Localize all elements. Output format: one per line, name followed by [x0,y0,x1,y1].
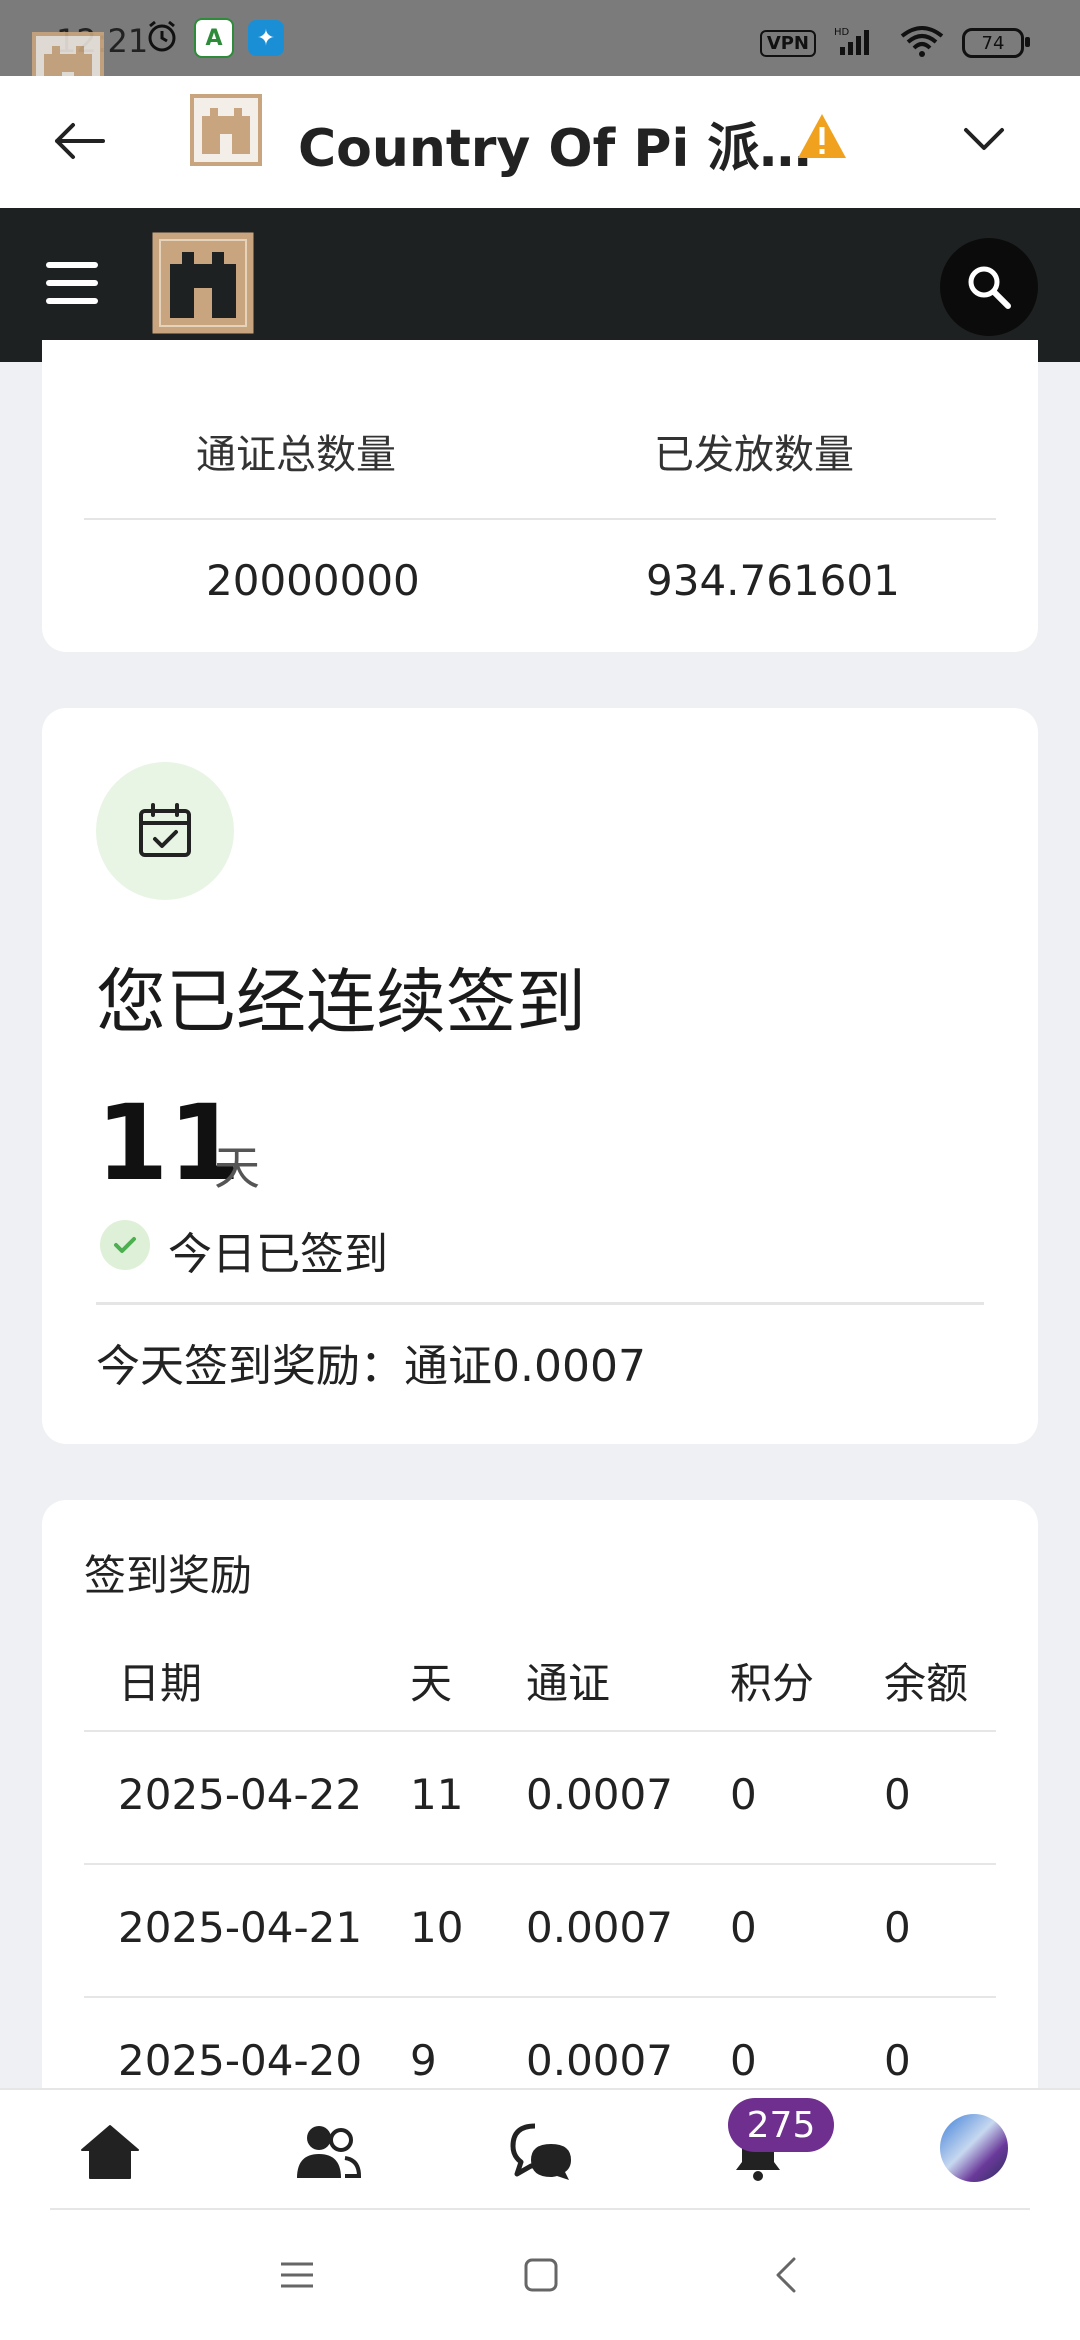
system-nav-bar [0,2210,1080,2340]
cell-day: 9 [410,2036,437,2085]
site-header [0,208,1080,362]
cell-token: 0.0007 [526,1903,673,1952]
checked-in-status: 今日已签到 [168,1229,388,1280]
page-title: Country Of Pi 派… [298,119,812,179]
cell-date: 2025-04-20 [118,2036,363,2085]
cell-balance: 0 [884,2036,911,2085]
users-icon[interactable] [288,2112,368,2192]
column-header-token: 通证 [526,1659,611,1708]
token-summary-card: 通证总数量 已发放数量 20000000 934.761601 [42,340,1038,652]
rewards-title: 签到奖励 [84,1551,253,1600]
calendar-check-icon [96,762,234,900]
cell-day: 11 [410,1770,464,1819]
home-icon[interactable] [70,2112,150,2192]
chat-icon[interactable] [502,2112,582,2192]
status-bar: 12:21 A ✦ VPN HD 74 [0,0,1080,76]
battery-indicator: 74 [962,28,1030,58]
cell-points: 0 [730,2036,757,2085]
alarm-icon [144,18,180,58]
issued-amount-value: 934.761601 [646,556,900,605]
column-header-date: 日期 [118,1659,203,1708]
chevron-down-icon[interactable] [956,110,1012,166]
table-row: 2025-04-22 11 0.0007 0 0 [84,1732,996,1865]
streak-title: 您已经连续签到 [96,961,586,1043]
cell-points: 0 [730,1770,757,1819]
cell-balance: 0 [884,1770,911,1819]
search-button[interactable] [940,238,1038,336]
column-header-points: 积分 [730,1659,815,1708]
table-row: 2025-04-21 10 0.0007 0 0 [84,1865,996,1998]
status-left-icons: A ✦ [144,18,284,58]
cell-token: 0.0007 [526,1770,673,1819]
streak-unit: 天 [214,1141,260,1195]
cell-token: 0.0007 [526,2036,673,2085]
cell-points: 0 [730,1903,757,1952]
app-logo [190,94,262,166]
rewards-table: 日期 天 通证 积分 余额 2025-04-22 11 0.0007 0 0 2… [84,1620,996,2131]
total-supply-label: 通证总数量 [196,432,396,478]
home-button-icon[interactable] [516,2250,566,2300]
checkin-card: 您已经连续签到 11 天 今日已签到 今天签到奖励：通证0.0007 [42,708,1038,1444]
title-bar: Country Of Pi 派… [0,76,1080,208]
search-icon [968,266,1011,309]
hamburger-menu-icon[interactable] [46,262,98,304]
cell-balance: 0 [884,1903,911,1952]
bottom-nav: 275 [0,2088,1080,2210]
issued-amount-label: 已发放数量 [654,432,854,478]
notification-badge: 275 [728,2098,834,2152]
cell-date: 2025-04-21 [118,1903,363,1952]
column-header-balance: 余额 [884,1659,969,1708]
cell-date: 2025-04-22 [118,1770,363,1819]
signal-icon: HD [834,25,882,61]
back-button[interactable] [44,106,114,176]
today-reward: 今天签到奖励：通证0.0007 [96,1341,646,1392]
back-arrow-icon [55,123,105,159]
avatar[interactable] [940,2114,1008,2182]
divider [96,1302,984,1305]
warning-icon[interactable] [796,112,848,160]
app-a-icon: A [194,18,234,58]
total-supply-value: 20000000 [206,556,420,605]
app-blue-icon: ✦ [248,20,284,56]
table-header-row: 日期 天 通证 积分 余额 [84,1620,996,1732]
back-nav-icon[interactable] [762,2250,812,2300]
check-circle-icon [100,1220,150,1270]
svg-text:HD: HD [834,27,850,38]
status-right-icons: VPN HD 74 [759,24,1030,62]
divider [84,518,996,520]
cell-day: 10 [410,1903,464,1952]
site-logo[interactable] [152,232,254,334]
recent-apps-icon[interactable] [272,2250,322,2300]
column-header-day: 天 [410,1659,453,1708]
vpn-badge: VPN [759,29,816,57]
wifi-icon [900,24,944,62]
